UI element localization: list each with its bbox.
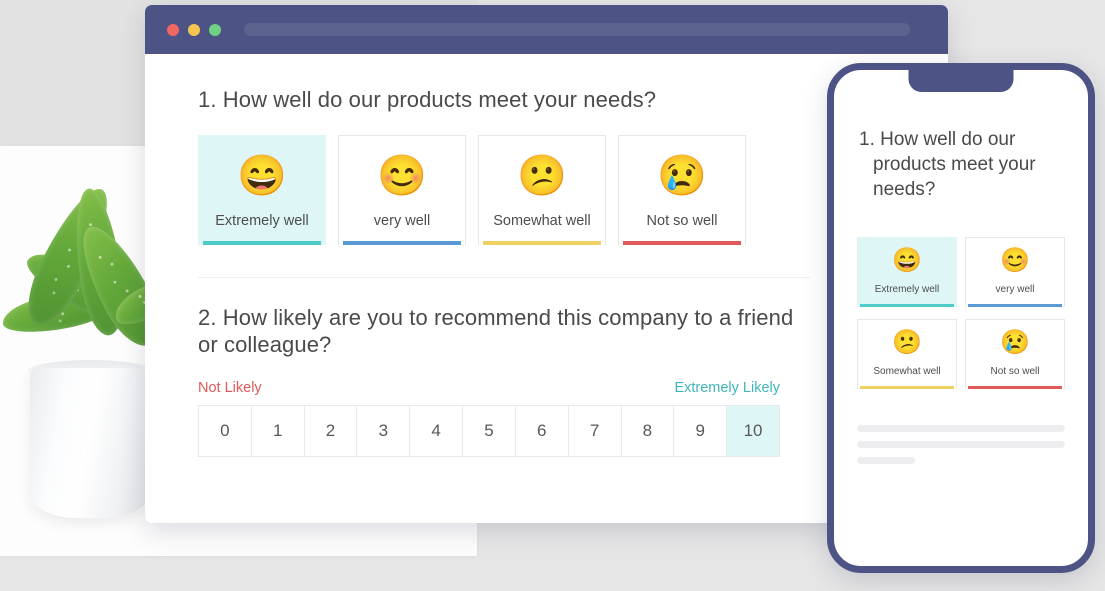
phone-option-accent-bar (968, 386, 1062, 390)
grinning-face-with-smiling-eyes-icon: 😄 (237, 154, 287, 199)
placeholder-bar (857, 457, 916, 465)
phone-option-card-extremely-well[interactable]: 😄 Extremely well (857, 237, 957, 308)
phone-option-card-somewhat-well[interactable]: 😕 Somewhat well (857, 319, 957, 390)
placeholder-bar (857, 425, 1065, 433)
nps-cell-4[interactable]: 4 (410, 406, 464, 457)
smiling-face-with-smiling-eyes-icon: 😊 (377, 154, 427, 199)
plant-pot (30, 368, 150, 518)
nps-cell-0[interactable]: 0 (199, 406, 252, 457)
phone-notch (908, 70, 1014, 92)
url-bar[interactable] (244, 23, 910, 36)
close-window-icon[interactable] (167, 23, 179, 36)
phone-option-label: Not so well (990, 366, 1040, 378)
nps-cell-10[interactable]: 10 (727, 406, 779, 457)
phone-option-accent-bar (968, 304, 1062, 308)
phone-option-accent-bar (860, 304, 954, 308)
nps-cell-3[interactable]: 3 (357, 406, 411, 457)
crying-face-icon: 😢 (1000, 329, 1030, 357)
phone-mockup: 1. How well do our products meet your ne… (827, 63, 1095, 573)
nps-scale: 0 1 2 3 4 5 6 7 8 9 10 (198, 405, 780, 458)
nps-cell-8[interactable]: 8 (621, 406, 675, 457)
phone-question-options: 😄 Extremely well 😊 very well 😕 Somewhat … (857, 237, 1065, 390)
nps-endpoint-labels: Not Likely Extremely Likely (198, 380, 780, 396)
option-accent-bar (483, 241, 601, 246)
nps-cell-6[interactable]: 6 (515, 406, 569, 457)
option-label: Extremely well (215, 213, 309, 230)
maximize-window-icon[interactable] (209, 23, 221, 36)
phone-option-label: Somewhat well (873, 366, 941, 378)
option-accent-bar (203, 241, 321, 246)
option-label: Not so well (646, 213, 718, 230)
nps-high-label: Extremely Likely (674, 380, 780, 397)
phone-option-label: Extremely well (874, 284, 940, 296)
phone-option-card-very-well[interactable]: 😊 very well (965, 237, 1065, 308)
nps-cell-9[interactable]: 9 (674, 406, 728, 457)
question-2-text: 2. How likely are you to recommend this … (198, 305, 794, 358)
section-divider (198, 277, 810, 279)
phone-screen: 1. How well do our products meet your ne… (834, 70, 1088, 566)
confused-face-icon: 😕 (517, 154, 567, 199)
phone-question-text: 1. How well do our products meet your ne… (859, 129, 1036, 201)
nps-cell-2[interactable]: 2 (304, 406, 358, 457)
smiling-face-with-smiling-eyes-icon: 😊 (1000, 247, 1030, 275)
option-card-very-well[interactable]: 😊 very well (338, 135, 466, 246)
crying-face-icon: 😢 (657, 154, 707, 199)
option-accent-bar (343, 241, 461, 246)
phone-option-card-not-so-well[interactable]: 😢 Not so well (965, 319, 1065, 390)
grinning-face-with-smiling-eyes-icon: 😄 (892, 247, 922, 275)
nps-cell-5[interactable]: 5 (463, 406, 516, 457)
nps-cell-1[interactable]: 1 (251, 406, 305, 457)
option-card-not-so-well[interactable]: 😢 Not so well (618, 135, 746, 246)
question-1-options: 😄 Extremely well 😊 very well 😕 Somewhat … (198, 135, 904, 246)
placeholder-bar (857, 441, 1065, 449)
confused-face-icon: 😕 (892, 329, 922, 357)
browser-titlebar (145, 5, 948, 54)
phone-option-label: very well (995, 284, 1035, 296)
minimize-window-icon[interactable] (188, 23, 200, 36)
nps-low-label: Not Likely (198, 380, 262, 397)
option-card-extremely-well[interactable]: 😄 Extremely well (198, 135, 326, 246)
option-label: Somewhat well (493, 213, 591, 230)
nps-cell-7[interactable]: 7 (568, 406, 622, 457)
option-accent-bar (623, 241, 741, 246)
phone-option-accent-bar (860, 386, 954, 390)
question-1-text: 1. How well do our products meet your ne… (198, 87, 657, 112)
window-controls (167, 23, 221, 36)
option-label: very well (373, 213, 431, 230)
phone-placeholder-bars (857, 425, 1065, 465)
option-card-somewhat-well[interactable]: 😕 Somewhat well (478, 135, 606, 246)
